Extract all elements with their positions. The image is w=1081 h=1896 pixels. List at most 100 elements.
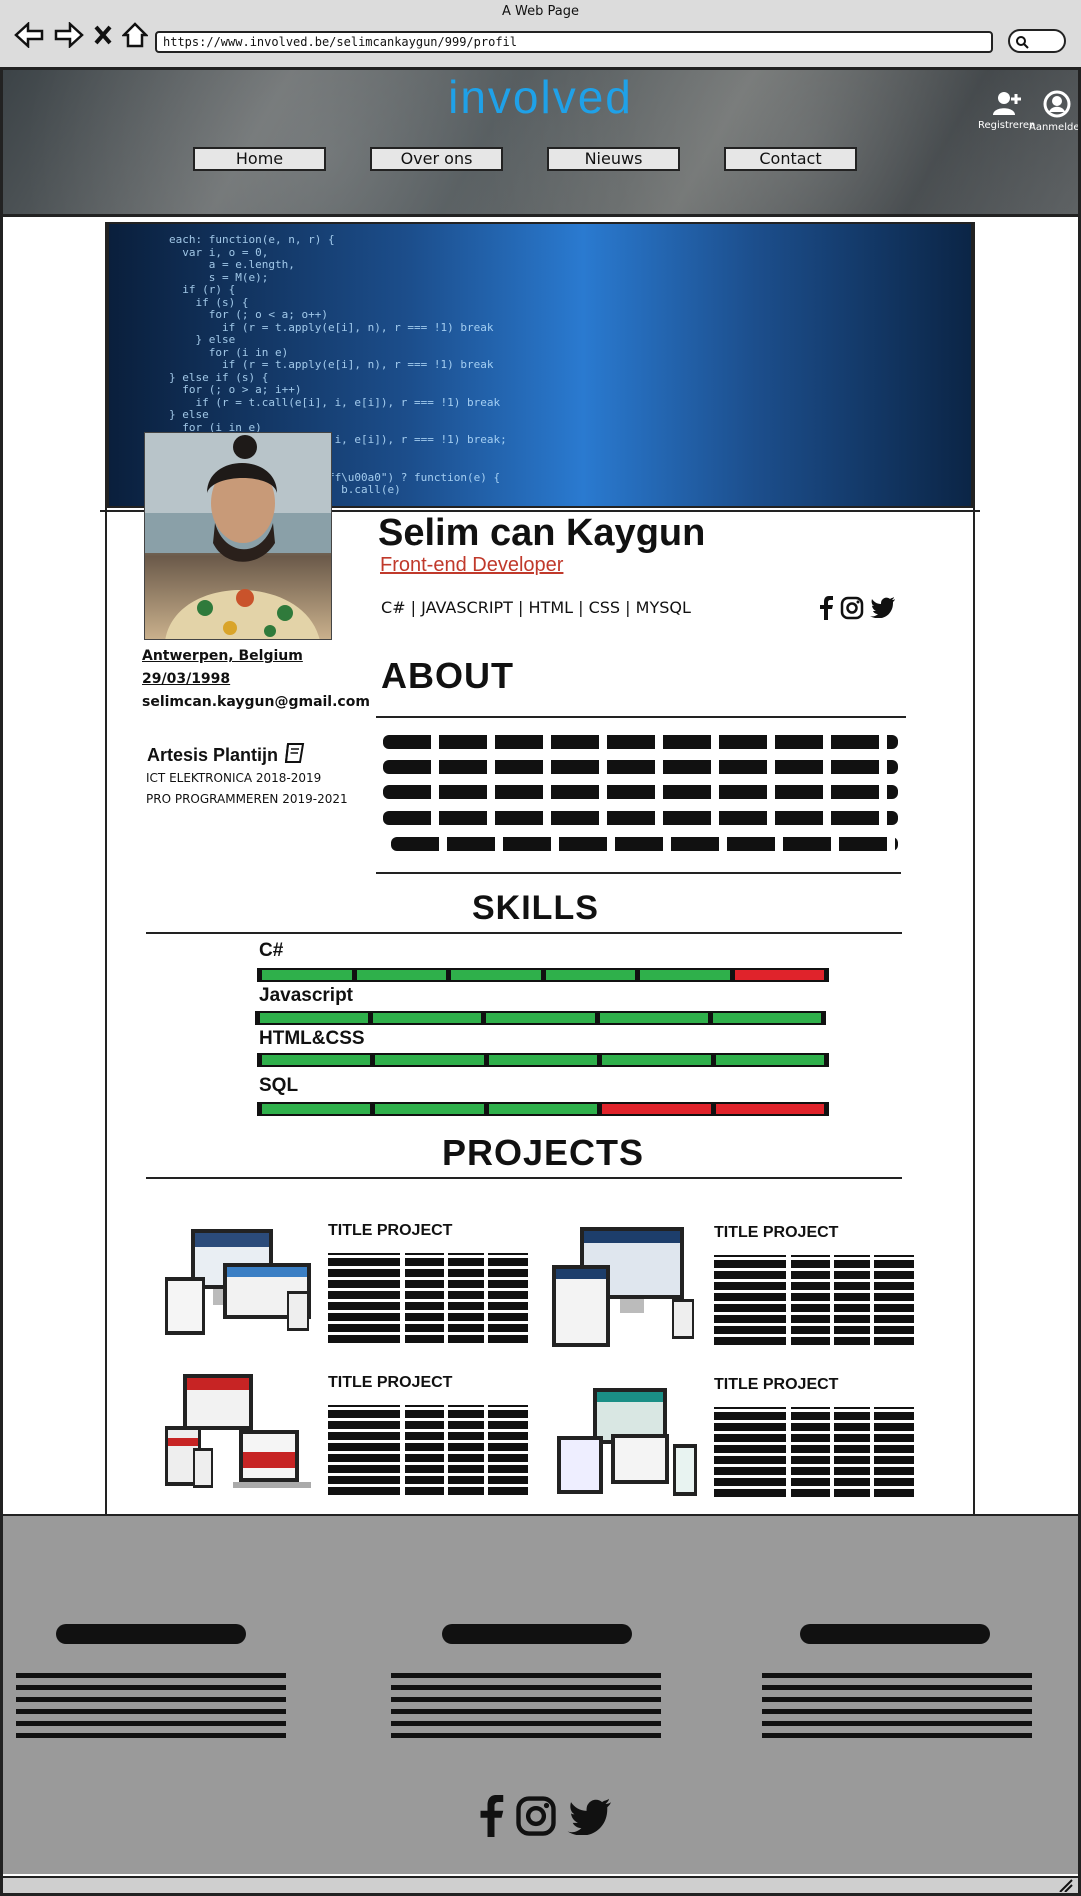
about-heading: ABOUT (381, 655, 514, 696)
skills-divider (146, 932, 902, 934)
profile-name: Selim can Kaygun (378, 512, 706, 554)
login-label: Aanmelden (1029, 122, 1078, 133)
skills-heading: SKILLS (472, 889, 599, 927)
skill-segment (488, 1104, 598, 1114)
main-nav: Home Over ons Nieuws Contact (193, 147, 857, 171)
skill-segment (262, 970, 352, 980)
skill-label: SQL (259, 1075, 299, 1096)
nav-nieuws[interactable]: Nieuws (547, 147, 680, 171)
footer-column-text (16, 1668, 286, 1738)
project-image[interactable] (555, 1386, 705, 1501)
skill-segment (715, 1055, 825, 1065)
nav-over-ons[interactable]: Over ons (370, 147, 503, 171)
nav-home[interactable]: Home (193, 147, 326, 171)
footer-column-text (762, 1668, 1032, 1738)
twitter-icon[interactable] (870, 596, 896, 618)
skill-segment (545, 970, 635, 980)
skill-segment (488, 1055, 598, 1065)
footer-column-heading (56, 1624, 246, 1644)
skill-segment (451, 970, 541, 980)
profile-birthdate: 29/03/1998 (142, 671, 231, 687)
skill-segment (262, 1104, 371, 1114)
education-item: ICT ELEKTRONICA 2018-2019 (146, 771, 322, 785)
site-logo[interactable]: involved (3, 70, 1078, 124)
skill-segment (356, 970, 446, 980)
window-title: A Web Page (502, 4, 579, 19)
profile-photo (144, 432, 332, 640)
book-icon (284, 743, 305, 763)
about-divider-top (376, 716, 906, 718)
browser-status-bar (3, 1876, 1078, 1893)
skill-bar (255, 1011, 826, 1025)
about-divider-bottom (376, 872, 901, 874)
stop-icon[interactable] (94, 24, 112, 46)
browser-chrome: A Web Page https://www.involved.be/selim… (0, 0, 1081, 70)
skill-segment (375, 1104, 484, 1114)
project-title[interactable]: TITLE PROJECT (328, 1222, 452, 1240)
facebook-icon[interactable] (477, 1794, 505, 1838)
skill-bar (257, 1102, 829, 1116)
skill-segment (262, 1055, 371, 1065)
site-header: involved Home Over ons Nieuws Contact Re… (3, 70, 1078, 217)
education-item: PRO PROGRAMMEREN 2019-2021 (146, 792, 348, 806)
about-text-line (391, 837, 898, 851)
login-button[interactable]: Aanmelden (1029, 90, 1078, 133)
project-title[interactable]: TITLE PROJECT (714, 1224, 838, 1242)
browser-nav (14, 22, 148, 48)
projects-divider (146, 1177, 902, 1179)
register-label: Registreren (978, 120, 1036, 131)
register-button[interactable]: Registreren (978, 90, 1035, 131)
footer-column-heading (800, 1624, 990, 1644)
forward-icon[interactable] (54, 22, 84, 48)
project-description (714, 1407, 914, 1497)
nav-contact[interactable]: Contact (724, 147, 857, 171)
footer-social-links (477, 1794, 613, 1838)
about-text-line (383, 785, 898, 799)
school-name: Artesis Plantijn (147, 742, 305, 766)
project-image[interactable] (163, 1372, 313, 1497)
skill-segment (602, 1055, 711, 1065)
project-image[interactable] (550, 1225, 700, 1347)
back-icon[interactable] (14, 22, 44, 48)
profile-tech-stack: C# | JAVASCRIPT | HTML | CSS | MYSQL (381, 598, 691, 617)
project-image[interactable] (163, 1227, 313, 1347)
skill-bar (257, 1053, 829, 1067)
skill-segment (260, 1013, 369, 1023)
skill-segment (375, 1055, 484, 1065)
skill-segment (715, 1104, 825, 1114)
home-icon[interactable] (122, 22, 148, 48)
projects-heading: PROJECTS (442, 1132, 645, 1173)
skill-segment (373, 1013, 482, 1023)
footer-column-heading (442, 1624, 632, 1644)
resize-grip-icon[interactable] (1058, 1878, 1074, 1892)
profile-social-links (818, 596, 896, 620)
profile-email[interactable]: selimcan.kaygun@gmail.com (142, 694, 370, 710)
twitter-icon[interactable] (567, 1797, 613, 1835)
profile-location: Antwerpen, Belgium (142, 648, 303, 664)
about-text-line (383, 811, 898, 825)
project-description (328, 1253, 528, 1343)
facebook-icon[interactable] (818, 596, 834, 620)
skill-segment (602, 1104, 711, 1114)
profile-role[interactable]: Front-end Developer (380, 554, 563, 577)
skill-segment (599, 1013, 708, 1023)
project-description (328, 1405, 528, 1495)
add-user-icon (992, 92, 1021, 115)
project-description (714, 1255, 914, 1345)
address-bar[interactable]: https://www.involved.be/selimcankaygun/9… (155, 31, 993, 53)
instagram-icon[interactable] (515, 1795, 557, 1837)
browser-search-field[interactable] (1008, 29, 1066, 53)
instagram-icon[interactable] (840, 596, 864, 620)
school-label: Artesis Plantijn (147, 745, 279, 765)
project-title[interactable]: TITLE PROJECT (714, 1376, 838, 1394)
skill-segment (712, 1013, 822, 1023)
search-icon (1016, 36, 1029, 49)
skill-label: HTML&CSS (259, 1028, 365, 1049)
project-title[interactable]: TITLE PROJECT (328, 1374, 452, 1392)
skill-bar (257, 968, 829, 982)
skill-segment (640, 970, 730, 980)
about-text-line (383, 735, 898, 749)
skill-label: C# (259, 940, 284, 961)
skill-segment (734, 970, 824, 980)
about-text-line (383, 760, 898, 774)
